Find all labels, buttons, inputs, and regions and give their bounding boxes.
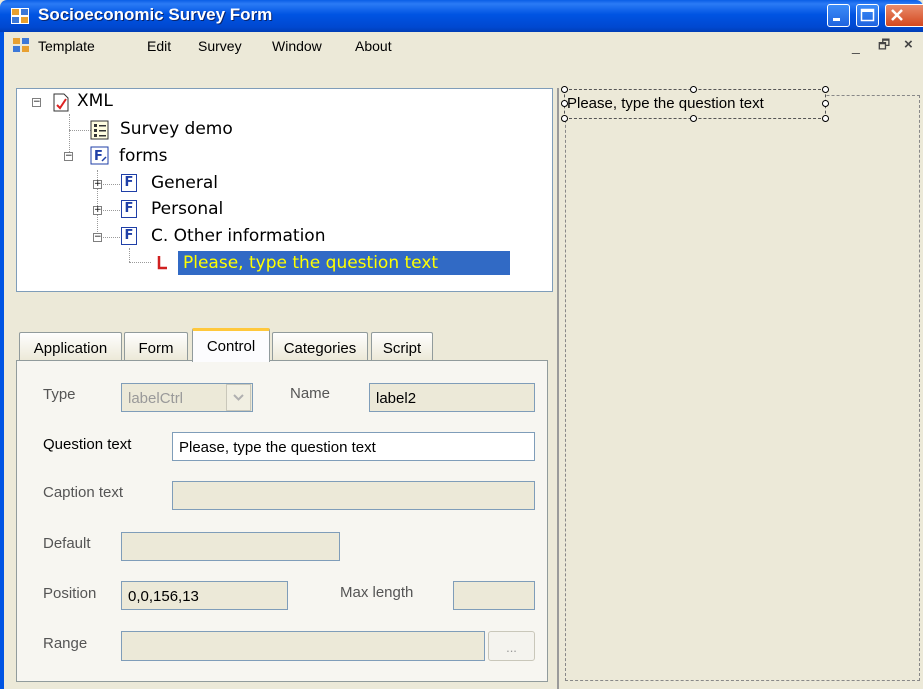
menu-template[interactable]: Template <box>38 38 95 54</box>
menu-window[interactable]: Window <box>272 38 322 54</box>
max-length-input[interactable] <box>453 581 535 610</box>
chevron-down-icon <box>233 394 244 401</box>
menu-bar <box>0 32 923 58</box>
menu-survey[interactable]: Survey <box>198 38 242 54</box>
resize-handle[interactable] <box>690 115 697 122</box>
svg-text:F: F <box>94 149 103 164</box>
question-text-label: Question text <box>43 436 132 453</box>
range-browse-button[interactable]: ... <box>488 631 535 661</box>
type-combo-dropdown[interactable] <box>226 384 251 411</box>
tree-line <box>69 114 70 130</box>
tree-expander[interactable]: + <box>93 206 102 215</box>
tab-categories[interactable]: Categories <box>272 332 368 360</box>
window-title: Socioeconomic Survey Form <box>38 5 273 24</box>
close-icon <box>891 9 903 21</box>
minimize-button[interactable] <box>827 4 850 27</box>
resize-handle[interactable] <box>822 115 829 122</box>
tree-node-other-information[interactable]: C. Other information <box>151 226 325 246</box>
tree-expander[interactable]: + <box>93 180 102 189</box>
tree-node-forms[interactable]: forms <box>119 146 168 166</box>
minimize-icon <box>833 18 840 21</box>
maximize-button[interactable] <box>856 4 879 27</box>
range-label: Range <box>43 635 88 652</box>
tab-application[interactable]: Application <box>19 332 122 360</box>
position-label: Position <box>43 585 97 602</box>
tab-script[interactable]: Script <box>371 332 433 360</box>
resize-handle[interactable] <box>561 115 568 122</box>
default-input[interactable] <box>121 532 340 561</box>
mdi-close-button[interactable]: × <box>904 36 913 53</box>
form-icon: F <box>121 174 137 192</box>
window-border <box>0 58 4 689</box>
tree-line <box>129 248 130 262</box>
resize-handle[interactable] <box>822 86 829 93</box>
xml-doc-icon <box>53 93 69 112</box>
range-input[interactable] <box>121 631 485 661</box>
design-label-text[interactable]: Please, type the question text <box>567 95 764 112</box>
tree-node-general[interactable]: General <box>151 173 218 193</box>
mdi-restore-button[interactable]: 🗗 <box>878 36 890 58</box>
form-icon: F <box>121 227 137 245</box>
tab-form[interactable]: Form <box>124 332 188 360</box>
app-icon[interactable] <box>12 37 30 53</box>
mdi-minimize-button[interactable]: _ <box>852 38 860 54</box>
close-button[interactable] <box>885 4 923 27</box>
resize-handle[interactable] <box>690 86 697 93</box>
tree-line <box>129 262 151 263</box>
tree-node-question-label[interactable]: Please, type the question text <box>183 253 438 273</box>
tree-line <box>100 184 120 185</box>
type-label: Type <box>43 386 76 403</box>
menu-about[interactable]: About <box>355 38 392 54</box>
tab-control[interactable]: Control <box>192 328 270 362</box>
tree-expander[interactable]: − <box>93 233 102 242</box>
resize-handle[interactable] <box>561 86 568 93</box>
tree-node-xml[interactable]: XML <box>77 91 113 111</box>
tree-node-survey[interactable]: Survey demo <box>120 119 233 139</box>
tree-line <box>100 237 120 238</box>
caption-text-input[interactable] <box>172 481 535 510</box>
maximize-icon <box>860 8 875 22</box>
tree-line <box>100 210 120 211</box>
tree-expander[interactable]: − <box>32 98 41 107</box>
forms-icon: F <box>90 146 109 165</box>
label-icon <box>157 256 167 270</box>
tree-expander[interactable]: − <box>64 152 73 161</box>
name-field[interactable]: label2 <box>369 383 535 412</box>
menu-edit[interactable]: Edit <box>147 38 171 54</box>
resize-handle[interactable] <box>561 100 568 107</box>
tree-line <box>69 130 91 131</box>
form-icon: F <box>121 200 137 218</box>
caption-text-label: Caption text <box>43 484 124 501</box>
name-label: Name <box>290 385 331 402</box>
default-label: Default <box>43 535 91 552</box>
tree-node-personal[interactable]: Personal <box>151 199 223 219</box>
app-icon[interactable] <box>11 8 29 24</box>
max-length-label: Max length <box>340 584 414 601</box>
question-text-input[interactable]: Please, type the question text <box>172 432 535 461</box>
form-design-area[interactable] <box>565 95 920 681</box>
position-input[interactable]: 0,0,156,13 <box>121 581 288 610</box>
survey-icon <box>90 120 109 140</box>
resize-handle[interactable] <box>822 100 829 107</box>
